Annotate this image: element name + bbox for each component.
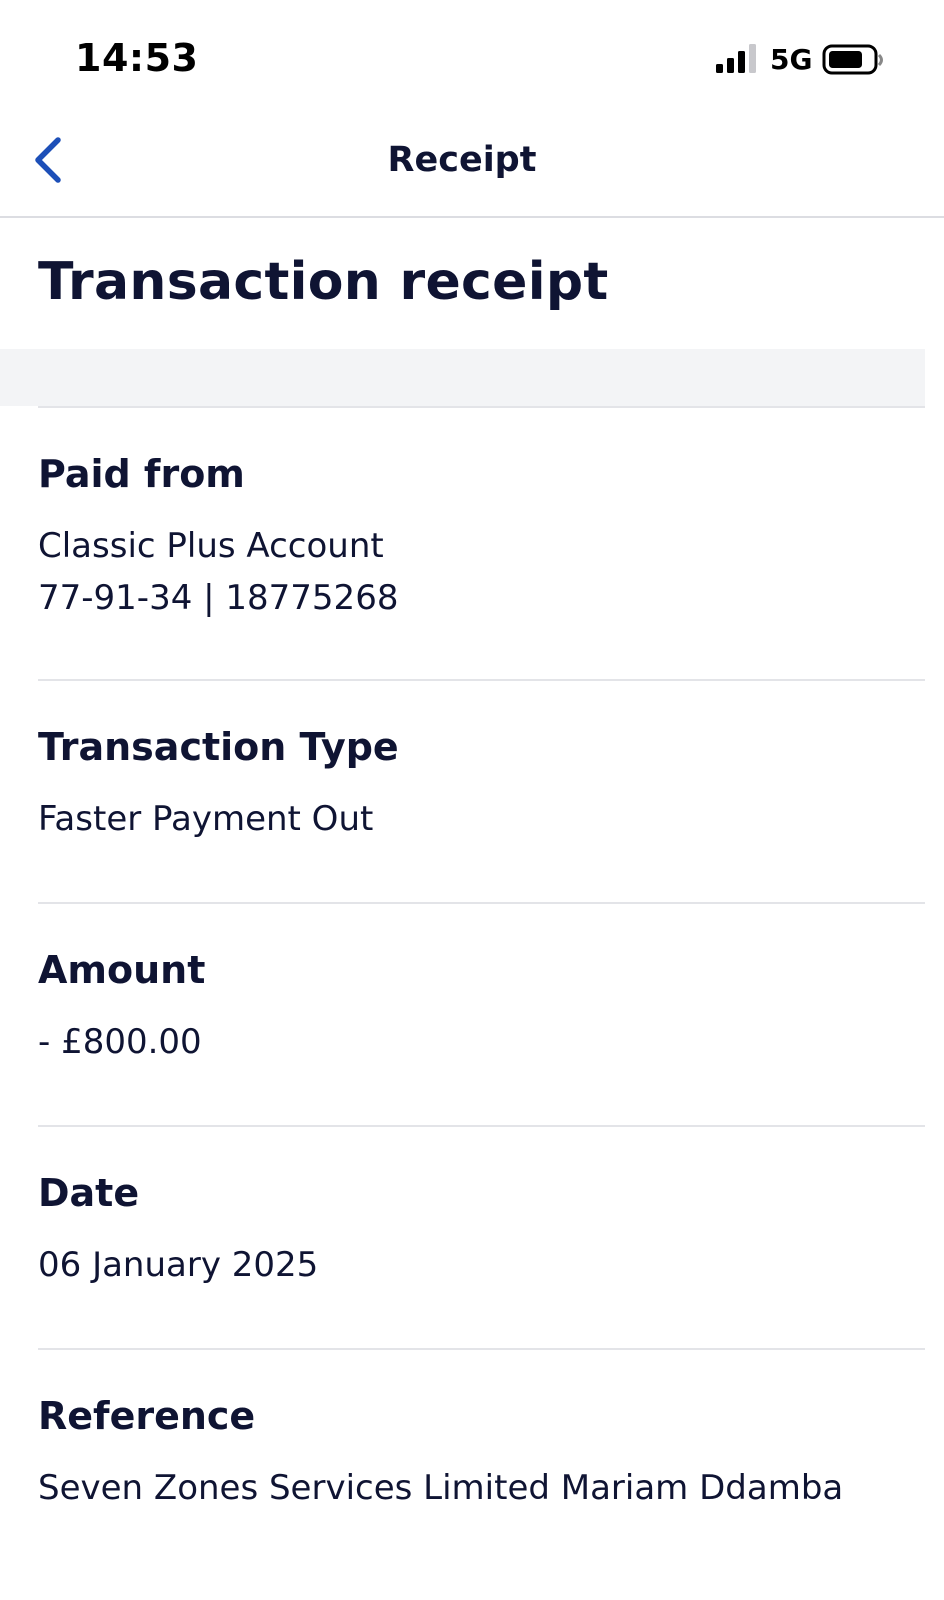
paid-from-label: Paid from	[38, 452, 245, 496]
status-time: 14:53	[75, 36, 199, 80]
account-name: Classic Plus Account	[38, 526, 384, 566]
navigation-bar: Receipt	[0, 110, 944, 218]
reference-label: Reference	[38, 1394, 256, 1438]
date-label: Date	[38, 1171, 140, 1215]
amount-value: - £800.00	[38, 1022, 202, 1062]
date-section: Date 06 January 2025	[38, 1125, 925, 1348]
reference-value: Seven Zones Services Limited Mariam Ddam…	[38, 1468, 844, 1508]
nav-title: Receipt	[387, 140, 537, 180]
section-separator-band	[0, 349, 925, 406]
transaction-type-value: Faster Payment Out	[38, 799, 374, 839]
amount-section: Amount - £800.00	[38, 902, 925, 1125]
transaction-type-section: Transaction Type Faster Payment Out	[38, 679, 925, 902]
network-label: 5G	[770, 43, 813, 76]
account-details: 77-91-34 | 18775268	[38, 578, 399, 618]
reference-section: Reference Seven Zones Services Limited M…	[38, 1348, 925, 1578]
battery-icon	[822, 44, 883, 75]
amount-label: Amount	[38, 948, 206, 992]
cellular-signal-icon	[716, 44, 756, 73]
date-value: 06 January 2025	[38, 1245, 319, 1285]
status-bar: 14:53 5G	[0, 0, 944, 110]
paid-from-section: Paid from Classic Plus Account 77-91-34 …	[38, 406, 925, 679]
receipt-details: Paid from Classic Plus Account 77-91-34 …	[0, 406, 925, 1578]
page-title: Transaction receipt	[38, 252, 609, 312]
transaction-type-label: Transaction Type	[38, 725, 399, 769]
